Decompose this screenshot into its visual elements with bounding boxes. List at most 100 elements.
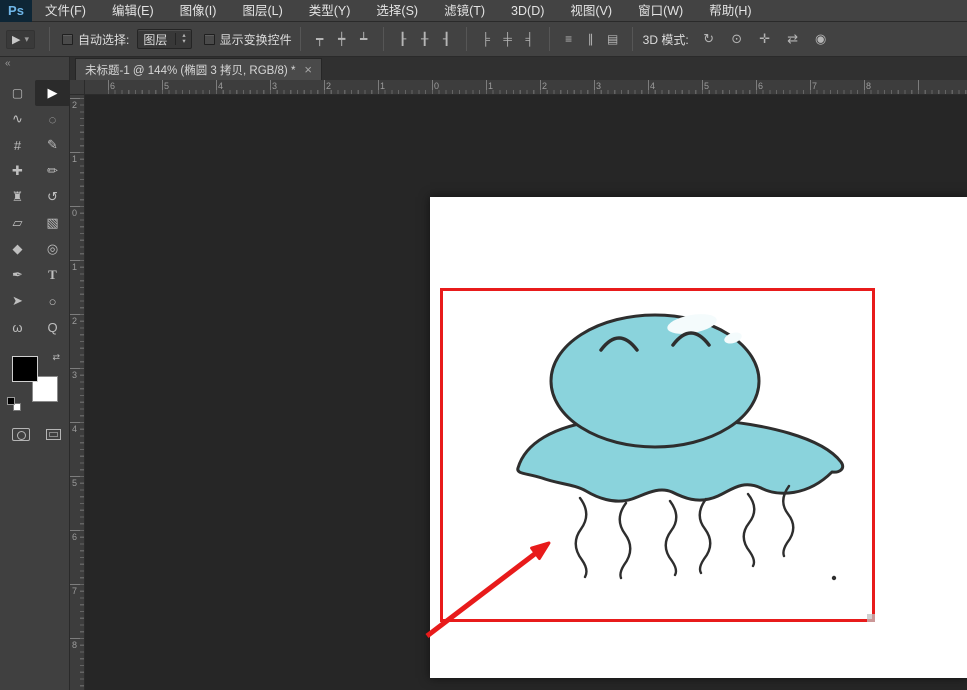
ruler-number: 2 [72,316,77,326]
document-canvas[interactable] [430,197,967,678]
dodge-icon: ◎ [47,241,58,257]
history-brush-tool[interactable]: ↺ [35,184,70,210]
menu-window[interactable]: 窗口(W) [625,0,696,22]
hand-tool[interactable]: ω [0,314,35,340]
close-icon[interactable]: × [304,63,312,76]
color-swatches: ⇄ [12,356,58,402]
ruler-number: 5 [72,478,77,488]
mode-3d-label: 3D 模式: [643,31,689,48]
menu-type[interactable]: 类型(Y) [296,0,364,22]
vertical-ruler[interactable]: 2 1 0 1 2 3 4 5 6 7 8 [70,95,85,690]
align-right-icon[interactable]: ┨ [437,29,457,49]
distribute-hcenter-icon[interactable]: ∥ [581,29,601,49]
swap-colors-icon[interactable]: ⇄ [52,352,60,363]
auto-select-target-value: 图层 [143,31,167,48]
ruler-number: 0 [72,208,77,218]
ruler-number: 2 [72,100,77,110]
menu-file[interactable]: 文件(F) [32,0,99,22]
horizontal-ruler[interactable]: 6 5 4 3 2 1 0 1 2 3 4 5 6 7 8 [85,80,967,95]
spot-healing-brush-tool[interactable]: ✚ [0,158,35,184]
document-tab[interactable]: 未标题-1 @ 144% (椭圆 3 拷贝, RGB/8) * × [75,58,322,80]
ellipse-tool[interactable]: ○ [35,288,70,314]
menu-help[interactable]: 帮助(H) [696,0,764,22]
spot-healing-brush-icon: ✚ [12,163,23,179]
menu-filter[interactable]: 滤镜(T) [431,0,498,22]
menu-layer[interactable]: 图层(L) [229,0,295,22]
align-top-icon[interactable]: ┯ [310,29,330,49]
ruler-number: 8 [866,81,871,91]
auto-select-target-dropdown[interactable]: 图层 ▴ ▾ [137,29,191,49]
3d-zoom-icon[interactable]: ◉ [811,29,831,49]
menu-image[interactable]: 图像(I) [167,0,230,22]
lasso-tool[interactable]: ∿ [0,106,35,132]
ruler-number: 6 [758,81,763,91]
blur-tool[interactable]: ◆ [0,236,35,262]
ellipse-icon: ○ [49,294,57,309]
type-tool[interactable]: T [35,262,70,288]
ruler-corner[interactable] [70,80,85,95]
menu-edit[interactable]: 编辑(E) [99,0,167,22]
ruler-number: 3 [596,81,601,91]
menu-3d[interactable]: 3D(D) [498,0,557,22]
dropdown-stepper-icon: ▴ ▾ [175,33,185,45]
lasso-icon: ∿ [12,111,23,127]
3d-rotate-icon[interactable]: ↻ [699,29,719,49]
foreground-color-swatch[interactable] [12,356,38,382]
ruler-ticks [70,95,84,690]
distribute-bottom-icon[interactable]: ╡ [520,29,540,49]
distribute-right-icon[interactable]: ▤ [603,29,623,49]
eyedropper-tool[interactable]: ✎ [35,132,70,158]
distribute-left-icon[interactable]: ≡ [559,29,579,49]
brush-tool[interactable]: ✏ [35,158,70,184]
ruler-number: 1 [380,81,385,91]
menu-view[interactable]: 视图(V) [557,0,625,22]
divider [549,27,550,51]
move-tool[interactable]: ▶ [35,80,70,106]
align-left-icon[interactable]: ┠ [393,29,413,49]
zoom-tool[interactable]: Q [35,314,70,340]
rectangular-marquee-tool[interactable]: ▢ [0,80,35,106]
distribute-top-icon[interactable]: ╞ [476,29,496,49]
align-hcenter-icon[interactable]: ╂ [415,29,435,49]
dodge-tool[interactable]: ◎ [35,236,70,262]
3d-roll-icon[interactable]: ⊙ [727,29,747,49]
ruler-number: 1 [488,81,493,91]
ruler-number: 5 [704,81,709,91]
options-bar: ▶ ▾ 自动选择: 图层 ▴ ▾ 显示变换控件 ┯ ┿ ┷ ┠ ╂ ┨ ╞ ╪ … [0,22,967,57]
3d-slide-icon[interactable]: ⇄ [783,29,803,49]
hand-icon: ω [12,320,22,335]
divider [466,27,467,51]
tool-preset-picker[interactable]: ▶ ▾ [6,30,35,49]
ruler-number: 8 [72,640,77,650]
gradient-tool[interactable]: ▧ [35,210,70,236]
distribute-vcenter-icon[interactable]: ╪ [498,29,518,49]
menu-bar: Ps 文件(F) 编辑(E) 图像(I) 图层(L) 类型(Y) 选择(S) 滤… [0,0,967,22]
pen-tool[interactable]: ✒ [0,262,35,288]
menu-select[interactable]: 选择(S) [363,0,431,22]
align-vcenter-icon[interactable]: ┿ [332,29,352,49]
default-colors-icon[interactable] [7,397,21,411]
collapse-panel-button[interactable]: « [0,57,69,72]
show-transform-checkbox[interactable] [204,34,215,45]
path-selection-icon: ➤ [12,293,23,309]
ruler-number: 2 [326,81,331,91]
tab-bar: 未标题-1 @ 144% (椭圆 3 拷贝, RGB/8) * × [70,57,967,80]
ruler-number: 6 [72,532,77,542]
ruler-number: 4 [72,424,77,434]
clone-stamp-icon: ♜ [12,189,24,205]
ruler-number: 7 [72,586,77,596]
quick-mask-button[interactable] [12,428,30,441]
3d-pan-icon[interactable]: ✛ [755,29,775,49]
move-icon: ▶ [48,85,58,101]
clone-stamp-tool[interactable]: ♜ [0,184,35,210]
crop-tool[interactable]: # [0,132,35,158]
ruler-number: 6 [110,81,115,91]
path-selection-tool[interactable]: ➤ [0,288,35,314]
canvas-background[interactable] [85,95,967,690]
align-bottom-icon[interactable]: ┷ [354,29,374,49]
ruler-number: 2 [542,81,547,91]
eraser-tool[interactable]: ▱ [0,210,35,236]
screen-mode-button[interactable] [46,429,61,440]
auto-select-checkbox[interactable] [62,34,73,45]
quick-selection-tool[interactable]: ◌ [35,106,70,132]
